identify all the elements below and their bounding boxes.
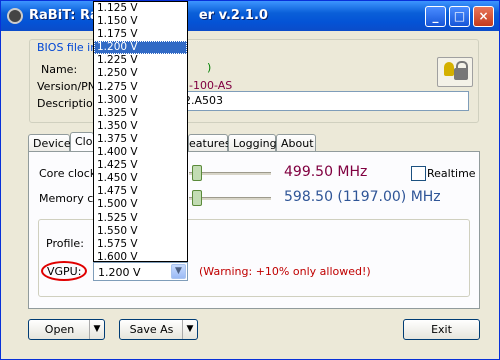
vgpu-option[interactable]: 1.475 V [94,185,187,198]
vgpu-option[interactable]: 1.350 V [94,120,187,133]
vgpu-option[interactable]: 1.425 V [94,159,187,172]
tab-features[interactable]: eatures [188,134,231,152]
memory-clock-value: 598.50 (1197.00) MHz [284,189,441,205]
vgpu-dropdown-list[interactable]: 1.125 V 1.150 V 1.175 V 1.200 V 1.225 V 1.250… [93,1,188,262]
open-menu-arrow-icon[interactable]: ▼ [89,320,104,339]
exit-button[interactable]: Exit [403,319,480,340]
realtime-checkbox[interactable] [411,166,426,181]
name-value: ) [207,61,212,74]
open-label: Open [44,323,75,336]
vgpu-option[interactable]: 1.175 V [94,28,187,41]
tab-clocks[interactable]: Clo [70,132,94,152]
vgpu-option[interactable]: 1.600 V [94,251,187,261]
memory-clock-slider[interactable] [192,190,202,206]
core-clock-slider[interactable] [192,165,202,181]
description-label: Description [37,97,100,110]
vgpu-option[interactable]: 1.125 V [94,2,187,15]
profile-label: Profile: [46,237,84,250]
version-label: Version/PN: [37,80,100,93]
vgpu-option[interactable]: 1.400 V [94,146,187,159]
minimize-button[interactable]: _ [425,6,446,27]
vgpu-option[interactable]: 1.250 V [94,67,187,80]
description-value: 2.A503 [184,94,224,107]
vgpu-option[interactable]: 1.150 V [94,15,187,28]
realtime-label: Realtime [427,167,476,180]
tab-logging[interactable]: Logging [228,134,277,152]
vgpu-option[interactable]: 1.525 V [94,212,187,225]
name-label: Name: [41,63,78,76]
vgpu-option[interactable]: 1.375 V [94,133,187,146]
vgpu-option[interactable]: 1.325 V [94,107,187,120]
vgpu-option[interactable]: 1.275 V [94,81,187,94]
tab-about[interactable]: About [276,134,316,152]
save-as-button[interactable]: Save As ▼ [119,319,198,340]
vgpu-option[interactable]: 1.225 V [94,54,187,67]
core-clock-label: Core clock: [39,167,100,180]
close-button[interactable]: × [473,6,494,27]
open-button[interactable]: Open ▼ [28,319,105,340]
tab-device[interactable]: Device [28,134,71,152]
title-bar[interactable]: RaBiT: Ra er v.2.1.0 _ □ × [1,1,499,31]
app-icon [7,8,23,24]
maximize-button[interactable]: □ [449,6,470,27]
core-clock-value: 499.50 MHz [284,164,368,180]
main-window: RaBiT: Ra er v.2.1.0 _ □ × BIOS file inf … [0,0,500,360]
lock-icon[interactable] [437,57,473,87]
vgpu-option[interactable]: 1.550 V [94,225,187,238]
vgpu-option[interactable]: 1.500 V [94,198,187,211]
save-as-menu-arrow-icon[interactable]: ▼ [182,320,197,339]
chevron-down-icon[interactable]: ▼ [171,264,186,279]
vgpu-option[interactable]: 1.575 V [94,238,187,251]
vgpu-option[interactable]: 1.450 V [94,172,187,185]
description-field[interactable]: 2.A503 [179,91,469,111]
save-as-label: Save As [129,323,174,336]
vgpu-selected-value: 1.200 V [98,266,141,279]
vgpu-warning: (Warning: +10% only allowed!) [199,265,371,278]
vgpu-option[interactable]: 1.300 V [94,94,187,107]
vgpu-option[interactable]: 1.200 V [94,41,187,55]
vgpu-select[interactable]: 1.200 V ▼ [93,262,188,281]
vgpu-label: VGPU: [47,265,82,278]
